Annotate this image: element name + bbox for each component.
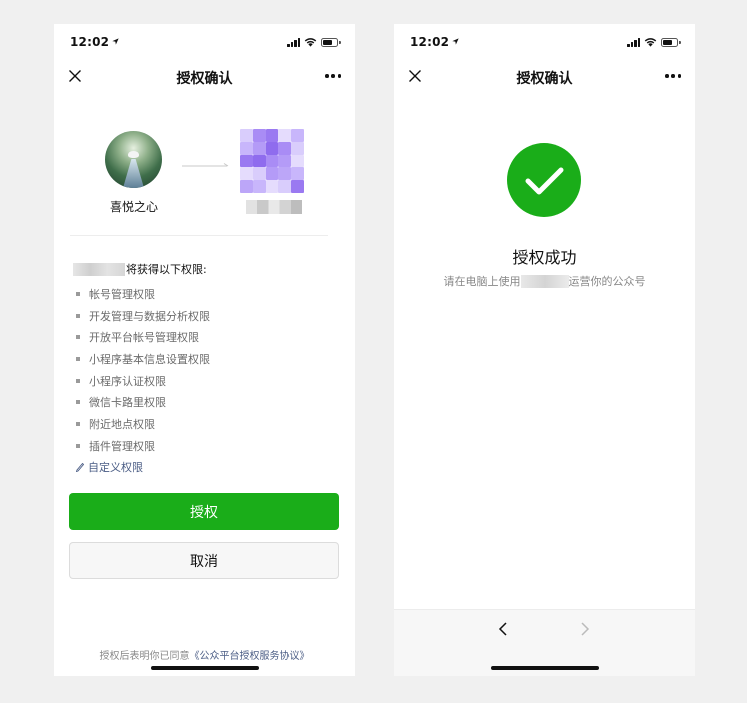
- custom-permissions-link[interactable]: 自定义权限: [76, 459, 143, 475]
- list-item: 开发管理与数据分析权限: [76, 305, 210, 327]
- permission-list: 帐号管理权限 开发管理与数据分析权限 开放平台帐号管理权限 小程序基本信息设置权…: [76, 283, 210, 457]
- arrow-right-icon: [182, 163, 229, 167]
- app-name-blur: [520, 274, 569, 288]
- avatar: [105, 131, 162, 188]
- signal-icon: [287, 38, 300, 47]
- location-arrow-icon: [112, 38, 119, 45]
- page-title: 授权确认: [176, 71, 233, 87]
- success-badge: [507, 143, 581, 217]
- pencil-icon: [76, 462, 84, 472]
- list-item: 开放平台帐号管理权限: [76, 326, 210, 348]
- nav-bar: 授权确认: [54, 60, 355, 94]
- app-name-mosaic: [246, 200, 302, 214]
- user-name: 喜悦之心: [109, 200, 158, 214]
- status-bar: 12:02: [394, 24, 695, 60]
- location-arrow-icon: [452, 38, 459, 45]
- cancel-button[interactable]: 取消: [69, 542, 339, 579]
- list-item: 微信卡路里权限: [76, 391, 210, 413]
- status-time: 12:02: [70, 35, 119, 49]
- success-screen: 12:02 授权确认 授权成功 请在电脑上使用 运营你的公众号: [394, 24, 695, 676]
- authorize-screen: 12:02 授权确认 喜悦之心 将获得以下权限: 帐号管理权限 开发管理与数据分…: [54, 24, 355, 676]
- more-icon[interactable]: [325, 74, 341, 78]
- wifi-icon: [304, 38, 317, 47]
- home-indicator: [150, 666, 259, 670]
- app-avatar-mosaic: [240, 129, 304, 193]
- more-icon[interactable]: [665, 74, 681, 78]
- divider: [70, 235, 328, 236]
- success-description: 请在电脑上使用 运营你的公众号: [443, 274, 646, 288]
- agreement-link[interactable]: 《公众平台授权服务协议》: [190, 651, 310, 662]
- wifi-icon: [644, 38, 657, 47]
- home-indicator: [490, 666, 599, 670]
- nav-bar: 授权确认: [394, 60, 695, 94]
- list-item: 小程序基本信息设置权限: [76, 348, 210, 370]
- list-item: 小程序认证权限: [76, 370, 210, 392]
- list-item: 插件管理权限: [76, 435, 210, 457]
- agreement-text: 授权后表明你已同意《公众平台授权服务协议》: [99, 651, 310, 662]
- forward-icon[interactable]: [579, 621, 591, 637]
- status-bar: 12:02: [54, 24, 355, 60]
- back-icon[interactable]: [497, 621, 509, 637]
- list-item: 帐号管理权限: [76, 283, 210, 305]
- status-time: 12:02: [410, 35, 459, 49]
- signal-icon: [627, 38, 640, 47]
- page-title: 授权确认: [516, 71, 573, 87]
- battery-icon: [321, 38, 341, 47]
- authorize-button[interactable]: 授权: [69, 493, 339, 530]
- success-title: 授权成功: [512, 248, 577, 267]
- battery-icon: [661, 38, 681, 47]
- checkmark-icon: [525, 167, 564, 195]
- app-name-blur: [73, 262, 125, 276]
- browser-toolbar: [394, 609, 695, 676]
- permissions-heading: 将获得以下权限:: [73, 261, 207, 277]
- list-item: 附近地点权限: [76, 413, 210, 435]
